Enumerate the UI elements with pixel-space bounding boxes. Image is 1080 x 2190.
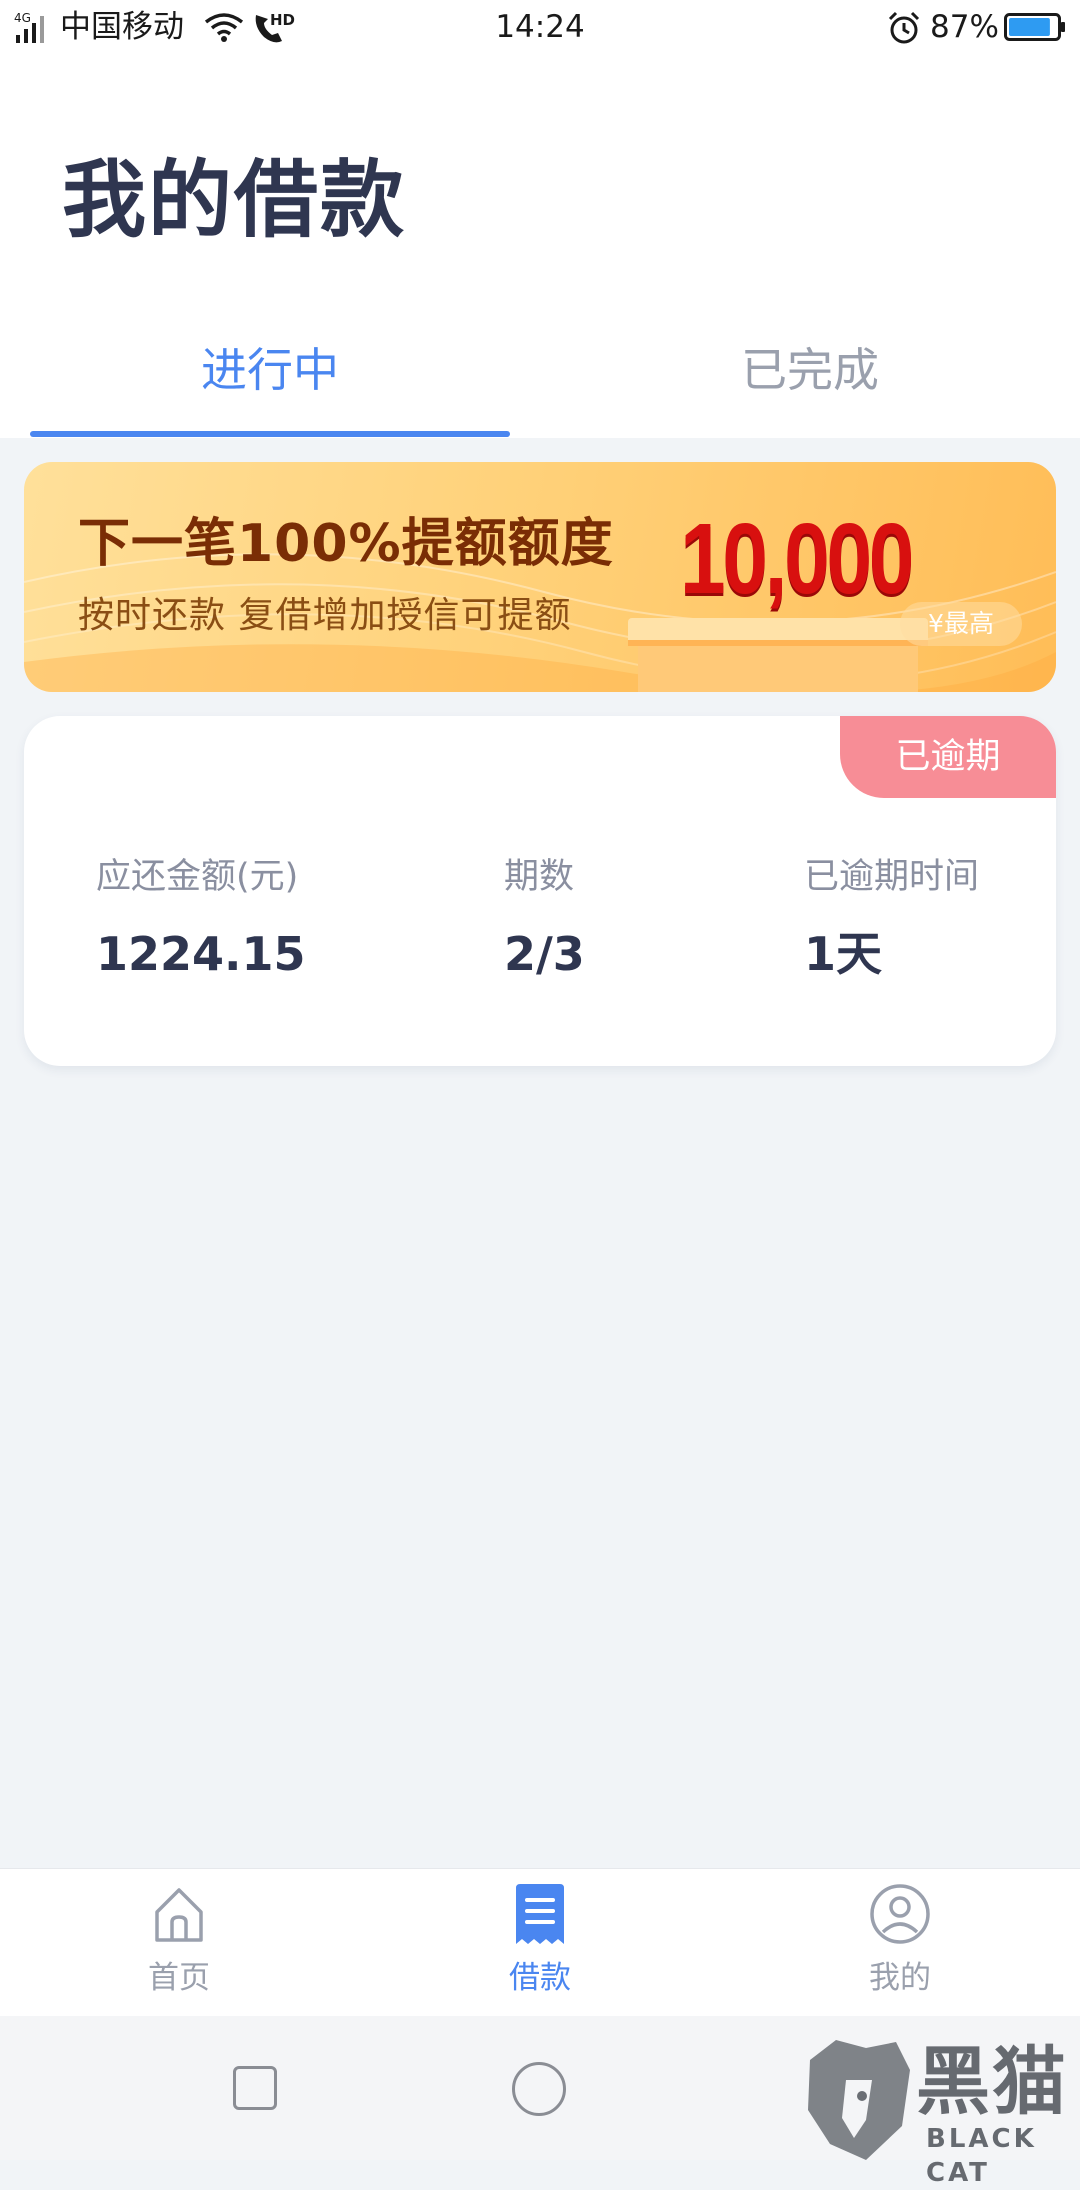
nav-label-loan: 借款: [509, 1960, 571, 1996]
overdue-status-badge: 已逾期: [840, 716, 1056, 798]
loan-document-icon: [516, 1884, 564, 1944]
banner-max-tag: ¥最高: [900, 602, 1022, 646]
banner-amount: 10,000: [680, 503, 914, 615]
watermark-en-text: BLACK CAT: [926, 2124, 1037, 2188]
installment-label: 期数: [504, 857, 575, 897]
nav-label-me: 我的: [869, 1960, 931, 1996]
recent-apps-button[interactable]: [233, 2066, 277, 2110]
battery-icon: [1004, 13, 1065, 41]
user-profile-icon: [870, 1884, 930, 1944]
tab-completed[interactable]: 已完成: [540, 335, 1080, 405]
watermark-cn-text: 黑猫: [916, 2039, 1068, 2125]
status-bar: 4G 中国移动 HD 14:24 87%: [0, 0, 1080, 54]
active-tab-indicator: [30, 431, 510, 437]
amount-due-label: 应还金额(元): [96, 857, 299, 897]
nav-item-loan[interactable]: 借款: [440, 1882, 640, 2006]
credit-limit-banner[interactable]: 下一笔100%提额额度 按时还款 复借增加授信可提额 10,000 ¥最高: [24, 462, 1056, 692]
banner-title: 下一笔100%提额额度: [78, 514, 614, 574]
page-title: 我的借款: [62, 151, 407, 249]
tab-in-progress[interactable]: 进行中: [0, 335, 540, 405]
nav-item-me[interactable]: 我的: [800, 1882, 1000, 2006]
nav-label-home: 首页: [148, 1960, 210, 1996]
home-icon: [155, 1888, 203, 1942]
alarm-icon: [888, 11, 920, 44]
banner-subtitle: 按时还款 复借增加授信可提额: [78, 595, 572, 636]
system-home-button[interactable]: [512, 2062, 566, 2116]
overdue-time-label: 已逾期时间: [804, 857, 980, 897]
installment-value: 2/3: [504, 927, 585, 981]
battery-percent: 87%: [930, 9, 999, 45]
nav-item-home[interactable]: 首页: [79, 1882, 279, 2006]
amount-due-value: 1224.15: [96, 927, 306, 981]
overdue-time-value: 1天: [804, 927, 883, 981]
